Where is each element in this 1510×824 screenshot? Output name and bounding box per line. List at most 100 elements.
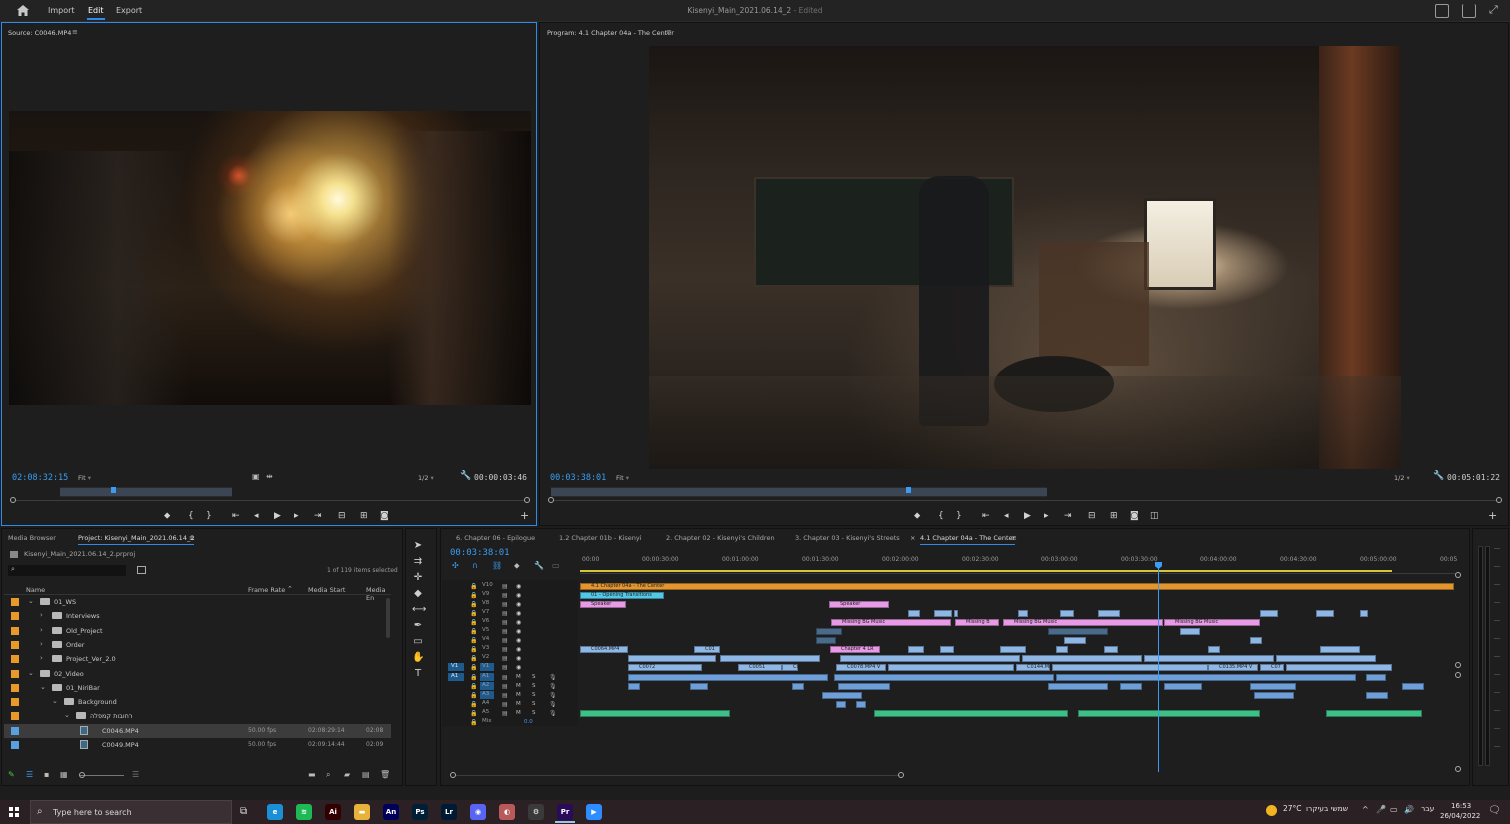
nest-icon[interactable]: ✣ (452, 561, 459, 570)
timeline-tab-streets[interactable]: 3. Chapter 03 - Kisenyi's Streets (795, 534, 900, 542)
video-clip[interactable]: C0144.MP4 (1016, 664, 1055, 671)
timeline-clip[interactable] (1260, 610, 1278, 617)
video-clip[interactable]: C0064.MP4 (580, 646, 628, 653)
lock-icon[interactable]: 🔒 (470, 601, 477, 608)
track-select-tool-icon[interactable]: ⇉ (412, 556, 424, 568)
export-frame-icon[interactable]: ◙ (380, 511, 389, 521)
timeline-clip[interactable] (856, 701, 866, 708)
timeline-clip[interactable] (1180, 628, 1200, 635)
bin-row[interactable]: ⌄ Background (4, 695, 391, 709)
mute-button[interactable]: M (516, 692, 521, 698)
lock-icon[interactable]: 🔒 (470, 592, 477, 599)
clip-row[interactable]: C0046.MP4 50.00 fps 02:08:29:14 02:08 (4, 723, 391, 738)
program-scrubber[interactable] (551, 487, 1047, 497)
timeline-tab-children[interactable]: 2. Chapter 02 - Kisenyi's Children (666, 534, 775, 542)
chevron-down-icon[interactable]: ⌄ (40, 683, 46, 691)
voice-over-record-icon[interactable]: 🎙 (549, 710, 557, 717)
timeline-clip[interactable] (1022, 655, 1142, 662)
timeline-clip[interactable] (840, 655, 1020, 662)
lock-icon[interactable]: 🔒 (470, 655, 477, 662)
timeline-clip[interactable] (940, 646, 954, 653)
eye-icon[interactable]: ◉ (516, 592, 521, 599)
timeline-clip[interactable] (816, 628, 842, 635)
bin-row[interactable]: ⌄ 02_Video (4, 667, 391, 681)
play-icon[interactable]: ▶ (274, 511, 281, 521)
timeline-clip[interactable] (836, 701, 846, 708)
lock-icon[interactable]: 🔒 (470, 701, 477, 708)
timeline-clip[interactable] (1250, 683, 1296, 690)
source-patch-toggle[interactable]: V1 (448, 663, 464, 671)
hand-tool-icon[interactable]: ✋ (412, 652, 424, 664)
discord-icon[interactable]: ◉ (470, 804, 486, 820)
timeline-clip[interactable] (1254, 692, 1294, 699)
tab-project[interactable]: Project: Kisenyi_Main_2021.06.14_2 (78, 534, 195, 545)
chevron-down-icon[interactable]: ⌄ (28, 597, 34, 605)
source-wrench-icon[interactable]: 🔧 (460, 471, 471, 481)
eye-icon[interactable]: ◉ (516, 637, 521, 644)
zoom-slider-handle[interactable] (79, 772, 85, 778)
timeline-clip[interactable] (1276, 655, 1376, 662)
track-target-toggle[interactable]: V5 (480, 627, 494, 635)
panel-menu-icon[interactable]: ≡ (189, 534, 195, 542)
sync-lock-icon[interactable]: ▤ (502, 619, 508, 626)
new-item-icon[interactable]: ▤ (362, 770, 370, 779)
timeline-clip[interactable] (720, 655, 820, 662)
music-placeholder-clip[interactable]: Missing BG Music (1164, 619, 1260, 626)
timeline-clip[interactable] (792, 683, 804, 690)
ripple-edit-tool-icon[interactable]: ✛ (412, 572, 424, 584)
new-bin-icon[interactable]: ▰ (344, 770, 350, 779)
label-color-swatch[interactable] (11, 741, 19, 749)
timeline-clip[interactable] (1164, 683, 1202, 690)
label-color-swatch[interactable] (11, 712, 19, 721)
bin-row[interactable]: ⌄ 01_NiriBar (4, 681, 391, 695)
chevron-down-icon[interactable]: ⌄ (64, 711, 70, 719)
timeline-clip[interactable] (690, 683, 708, 690)
video-clip[interactable]: C07 (1260, 664, 1284, 671)
video-clip[interactable]: C0072 (628, 664, 702, 671)
timeline-clip[interactable] (1402, 683, 1424, 690)
source-out-handle[interactable] (524, 497, 530, 503)
bin-row[interactable]: › Old_Project (4, 624, 391, 638)
timeline-clip[interactable] (834, 674, 1054, 681)
sync-lock-icon[interactable]: ▤ (502, 610, 508, 617)
music-placeholder-clip[interactable]: Missing BG Music (1003, 619, 1163, 626)
program-resolution-select[interactable]: 1/2 (1394, 474, 1410, 482)
network-icon[interactable]: ▭ (1390, 805, 1398, 814)
program-fit-select[interactable]: Fit (616, 474, 629, 482)
track-target-toggle[interactable]: A4 (480, 700, 494, 708)
razor-tool-icon[interactable]: ◆ (412, 588, 424, 600)
overwrite-icon[interactable]: ⊞ (360, 511, 368, 521)
timeline-tab-epilogue[interactable]: 6. Chapter 06 - Epilogue (456, 534, 535, 542)
freeform-view-icon[interactable]: ▦ (60, 770, 68, 779)
chevron-right-icon[interactable]: › (40, 654, 43, 662)
work-area-bar[interactable] (580, 570, 1392, 572)
eye-icon[interactable]: ◉ (516, 610, 521, 617)
file-explorer-icon[interactable]: ▬ (354, 804, 370, 820)
chevron-down-icon[interactable]: ⌄ (52, 697, 58, 705)
track-target-toggle[interactable]: V1 (480, 663, 494, 671)
music-placeholder-clip[interactable]: Missing BG Music (831, 619, 951, 626)
timeline-clip[interactable] (1018, 610, 1028, 617)
chevron-right-icon[interactable]: › (40, 611, 43, 619)
lightroom-icon[interactable]: Lr (441, 804, 457, 820)
video-clip[interactable]: C0135.MP4 V (1208, 664, 1258, 671)
step-forward-icon[interactable]: ▸ (294, 511, 299, 521)
source-patch-toggle[interactable]: A1 (448, 673, 464, 681)
voice-over-record-icon[interactable]: 🎙 (549, 692, 557, 699)
sync-lock-icon[interactable]: ▤ (502, 637, 508, 644)
windows-start-icon[interactable] (9, 807, 19, 817)
track-target-toggle[interactable]: V2 (480, 654, 494, 662)
timeline-clip[interactable] (1120, 683, 1142, 690)
insert-icon[interactable]: ⊟ (338, 511, 346, 521)
bin-row[interactable]: › Project_Ver_2.0 (4, 652, 391, 666)
graphics-clip[interactable]: Speaker (580, 601, 626, 608)
lock-icon[interactable]: 🔒 (470, 646, 477, 653)
lock-icon[interactable]: 🔒 (470, 719, 477, 726)
track-target-toggle[interactable]: V6 (480, 618, 494, 626)
video-clip[interactable]: C0051 (738, 664, 782, 671)
snap-icon[interactable]: ∩ (472, 561, 478, 570)
lock-icon[interactable]: 🔒 (470, 610, 477, 617)
selection-tool-icon[interactable]: ➤ (412, 540, 424, 552)
tab-media-browser[interactable]: Media Browser (8, 534, 56, 542)
timeline-clip[interactable] (1000, 646, 1026, 653)
